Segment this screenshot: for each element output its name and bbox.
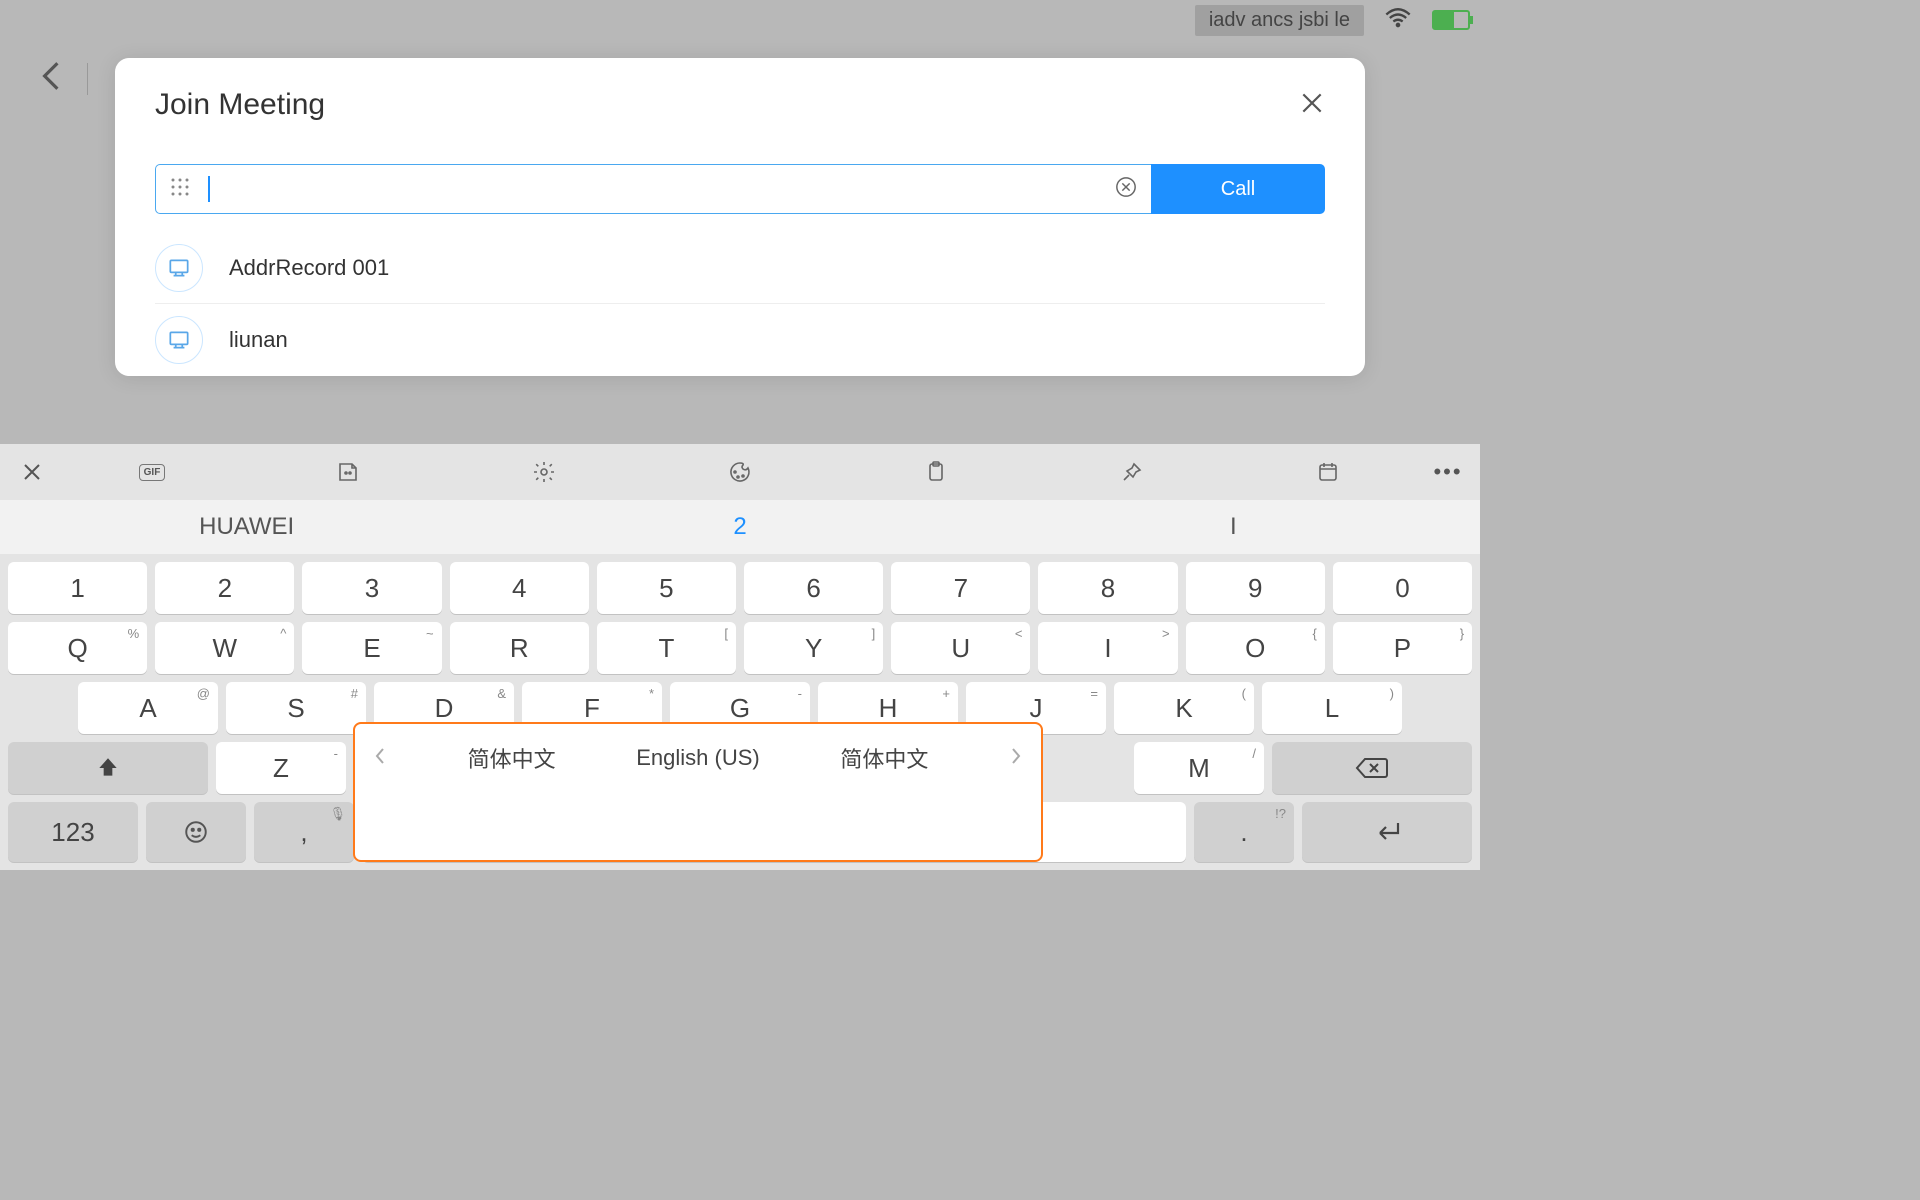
- wifi-icon: [1384, 4, 1412, 37]
- key-2[interactable]: 2: [155, 562, 294, 614]
- key-l[interactable]: L): [1262, 682, 1402, 734]
- sticker-icon[interactable]: [250, 460, 446, 484]
- contact-row[interactable]: AddrRecord 001: [155, 232, 1325, 304]
- key-t[interactable]: T[: [597, 622, 736, 674]
- dialpad-icon[interactable]: [170, 177, 190, 202]
- key-9[interactable]: 9: [1186, 562, 1325, 614]
- key-a[interactable]: A@: [78, 682, 218, 734]
- divider: [87, 63, 88, 95]
- suggestion-2[interactable]: 2: [493, 500, 986, 554]
- modal-title: Join Meeting: [155, 88, 325, 122]
- suggestion-3[interactable]: I: [987, 500, 1480, 554]
- lang-option-left[interactable]: 简体中文: [468, 742, 556, 774]
- key-3[interactable]: 3: [302, 562, 441, 614]
- key-q[interactable]: Q%: [8, 622, 147, 674]
- lang-prev-icon[interactable]: [373, 746, 387, 771]
- status-bar: iadv ancs jsbi le: [0, 0, 1480, 40]
- contact-avatar-icon: [155, 316, 203, 364]
- period-key[interactable]: .!?: [1194, 802, 1294, 862]
- enter-key[interactable]: [1302, 802, 1472, 862]
- close-icon[interactable]: [1299, 90, 1325, 121]
- call-button[interactable]: Call: [1151, 164, 1325, 214]
- key-7[interactable]: 7: [891, 562, 1030, 614]
- lang-option-right[interactable]: 简体中文: [840, 742, 928, 774]
- key-p[interactable]: P}: [1333, 622, 1472, 674]
- gif-button[interactable]: GIF: [54, 464, 250, 481]
- numsym-key[interactable]: 123: [8, 802, 138, 862]
- status-text: iadv ancs jsbi le: [1195, 5, 1364, 36]
- key-w[interactable]: W^: [155, 622, 294, 674]
- key-0[interactable]: 0: [1333, 562, 1472, 614]
- pin-icon[interactable]: [1034, 460, 1230, 484]
- suggestion-1[interactable]: HUAWEI: [0, 500, 493, 554]
- suggestion-bar: HUAWEI 2 I: [0, 500, 1480, 554]
- emoji-key[interactable]: [146, 802, 246, 862]
- backspace-key[interactable]: [1272, 742, 1472, 794]
- key-5[interactable]: 5: [597, 562, 736, 614]
- join-meeting-modal: Join Meeting Call AddrRecord 001 liunan: [115, 58, 1365, 376]
- key-r[interactable]: R: [450, 622, 589, 674]
- contact-row[interactable]: liunan: [155, 304, 1325, 376]
- key-4[interactable]: 4: [450, 562, 589, 614]
- contact-name: AddrRecord 001: [229, 255, 389, 281]
- meeting-id-input[interactable]: [155, 164, 1151, 214]
- keyboard-close-icon[interactable]: [10, 460, 54, 484]
- key-s[interactable]: S#: [226, 682, 366, 734]
- key-8[interactable]: 8: [1038, 562, 1177, 614]
- back-area: [40, 60, 88, 97]
- back-chevron-icon[interactable]: [40, 60, 62, 97]
- key-1[interactable]: 1: [8, 562, 147, 614]
- key-u[interactable]: U<: [891, 622, 1030, 674]
- text-cursor: [208, 176, 210, 202]
- modal-header: Join Meeting: [155, 88, 1325, 122]
- comma-key[interactable]: ,🎙: [254, 802, 354, 862]
- key-o[interactable]: O{: [1186, 622, 1325, 674]
- settings-icon[interactable]: [446, 460, 642, 484]
- lang-option-center[interactable]: English (US): [636, 745, 759, 771]
- lang-next-icon[interactable]: [1009, 746, 1023, 771]
- clear-input-icon[interactable]: [1115, 176, 1137, 203]
- key-6[interactable]: 6: [744, 562, 883, 614]
- key-m[interactable]: M/: [1134, 742, 1264, 794]
- key-e[interactable]: E~: [302, 622, 441, 674]
- keyboard-toolbar: GIF •••: [0, 444, 1480, 500]
- contact-avatar-icon: [155, 244, 203, 292]
- key-k[interactable]: K(: [1114, 682, 1254, 734]
- calendar-icon[interactable]: [1230, 460, 1426, 484]
- theme-icon[interactable]: [642, 460, 838, 484]
- contact-name: liunan: [229, 327, 288, 353]
- key-i[interactable]: I>: [1038, 622, 1177, 674]
- meeting-input-row: Call: [155, 164, 1325, 214]
- key-y[interactable]: Y]: [744, 622, 883, 674]
- clipboard-icon[interactable]: [838, 460, 1034, 484]
- language-switcher-popup[interactable]: 简体中文 English (US) 简体中文: [353, 722, 1043, 862]
- key-z[interactable]: Z-: [216, 742, 346, 794]
- shift-key[interactable]: [8, 742, 208, 794]
- more-icon[interactable]: •••: [1426, 459, 1470, 485]
- battery-icon: [1432, 10, 1470, 30]
